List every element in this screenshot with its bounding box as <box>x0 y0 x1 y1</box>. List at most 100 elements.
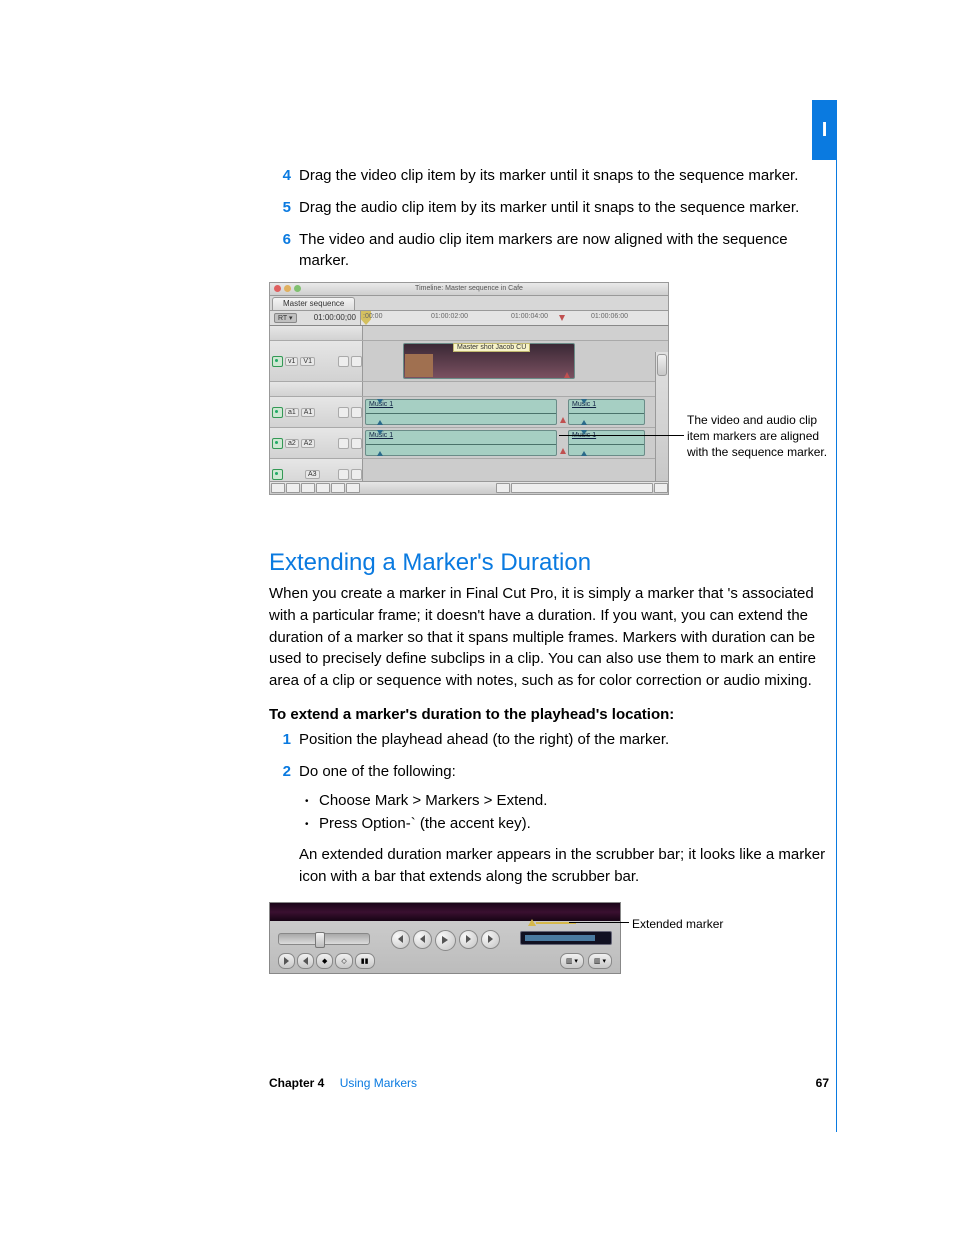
clip-edge-icon <box>581 430 587 456</box>
figure-timeline: Timeline: Master sequence in Cafe Master… <box>269 282 839 507</box>
viewer-button[interactable]: ▥ ▾ <box>588 953 612 969</box>
figure-callout: The video and audio clip item markers ar… <box>687 412 837 461</box>
video-preview <box>270 903 620 921</box>
step-item: 6 The video and audio clip item markers … <box>269 229 839 273</box>
dest-label: A3 <box>305 470 320 479</box>
toggle-button[interactable] <box>346 483 360 493</box>
footer-title: Using Markers <box>340 1076 417 1090</box>
toggle-button[interactable] <box>301 483 315 493</box>
extended-marker-icon[interactable] <box>528 919 536 927</box>
source-label: a1 <box>285 408 299 417</box>
task-lead: To extend a marker's duration to the pla… <box>269 706 839 723</box>
lock-icon[interactable] <box>338 356 349 367</box>
scrubber-bar[interactable] <box>520 931 612 945</box>
mute-icon[interactable] <box>351 438 362 449</box>
ruler-time: 01:00:04:00 <box>511 313 548 320</box>
step-item: 5 Drag the audio clip item by its marker… <box>269 197 839 219</box>
prev-edit-button[interactable] <box>391 930 410 949</box>
bullet-item: Choose Mark > Markers > Extend. <box>305 792 839 809</box>
footer-chapter: Chapter 4 <box>269 1076 324 1090</box>
target-icon[interactable] <box>272 407 283 418</box>
clip-marker-icon[interactable] <box>560 448 567 458</box>
mark-in-button[interactable] <box>278 953 295 969</box>
step-text: Position the playhead ahead (to the righ… <box>299 729 839 751</box>
dest-label: A1 <box>301 408 316 417</box>
mute-icon[interactable] <box>351 407 362 418</box>
ruler-time: :00:00 <box>363 313 382 320</box>
step-item: 2 Do one of the following: <box>269 761 839 783</box>
timeline-footer <box>270 481 668 494</box>
toggle-button[interactable] <box>316 483 330 493</box>
figure-callout: Extended marker <box>632 916 723 932</box>
page-footer: Chapter 4 Using Markers 67 <box>269 1076 829 1090</box>
vertical-scrollbar[interactable] <box>655 352 668 482</box>
lock-icon[interactable] <box>338 469 349 480</box>
window-titlebar: Timeline: Master sequence in Cafe <box>269 282 669 295</box>
step-number: 4 <box>269 165 299 187</box>
current-timecode: 01:00:00;00 <box>297 311 360 325</box>
sequence-tab-row: Master sequence <box>269 295 669 310</box>
target-icon[interactable] <box>272 438 283 449</box>
target-icon[interactable] <box>272 356 283 367</box>
next-edit-button[interactable] <box>481 930 500 949</box>
sequence-tab[interactable]: Master sequence <box>272 297 355 310</box>
dest-label: A2 <box>301 439 316 448</box>
sequence-marker-icon[interactable] <box>559 315 566 325</box>
marker-button[interactable]: ◆ <box>316 953 333 969</box>
step-number: 2 <box>269 761 299 783</box>
track-header-a1[interactable]: a1 A1 <box>270 397 363 427</box>
target-icon[interactable] <box>272 469 283 480</box>
keyframe-button[interactable]: ◇ <box>335 953 352 969</box>
clip-thumbnail <box>405 354 433 377</box>
traffic-lights <box>274 285 301 292</box>
step-text: Drag the video clip item by its marker u… <box>299 165 839 187</box>
mute-icon[interactable] <box>351 469 362 480</box>
horizontal-scrollbar[interactable] <box>511 483 653 493</box>
window-title: Timeline: Master sequence in Cafe <box>415 285 523 292</box>
scroll-right-button[interactable] <box>654 483 668 493</box>
ruler-left: RT ▾ 01:00:00;00 <box>270 311 361 325</box>
source-label: v1 <box>285 357 298 366</box>
audio-clip[interactable]: Music 1 <box>365 399 557 425</box>
lock-icon[interactable] <box>338 438 349 449</box>
section-thumb-tab: I <box>812 100 837 160</box>
step-number: 6 <box>269 229 299 273</box>
section-heading: Extending a Marker's Duration <box>269 549 839 577</box>
step-text: Drag the audio clip item by its marker u… <box>299 197 839 219</box>
toggle-button[interactable] <box>331 483 345 493</box>
callout-leader <box>569 922 629 923</box>
toggle-button[interactable] <box>286 483 300 493</box>
clip-marker-icon[interactable] <box>560 417 567 427</box>
mark-out-button[interactable] <box>297 953 314 969</box>
step-item: 1 Position the playhead ahead (to the ri… <box>269 729 839 751</box>
scroll-left-button[interactable] <box>496 483 510 493</box>
audio-clip[interactable]: Music 1 <box>568 399 645 425</box>
play-button[interactable] <box>435 930 456 951</box>
bullet-item: Press Option-` (the accent key). <box>305 815 839 832</box>
ruler-area[interactable]: :00:00 01:00:02:00 01:00:04:00 01:00:06:… <box>361 311 668 325</box>
callout-leader <box>559 435 684 436</box>
ruler-time: 01:00:06:00 <box>591 313 628 320</box>
play-around-button[interactable] <box>459 930 478 949</box>
track-header-a2[interactable]: a2 A2 <box>270 428 363 458</box>
step-item: 4 Drag the video clip item by its marker… <box>269 165 839 187</box>
clip-edge-icon <box>581 399 587 425</box>
body-paragraph: An extended duration marker appears in t… <box>299 844 839 888</box>
clip-edge-icon <box>377 399 383 425</box>
dest-label: V1 <box>300 357 315 366</box>
audio-clip[interactable]: Music 1 <box>568 430 645 456</box>
clip-marker-icon[interactable] <box>564 372 571 379</box>
rt-menu[interactable]: RT ▾ <box>274 313 297 323</box>
autoselect-icon[interactable] <box>351 356 362 367</box>
step-text: Do one of the following: <box>299 761 839 783</box>
play-inout-button[interactable] <box>413 930 432 949</box>
audio-clip[interactable]: Music 1 <box>365 430 557 456</box>
mark-clip-button[interactable]: ▮▮ <box>355 953 375 969</box>
lock-icon[interactable] <box>338 407 349 418</box>
figure-viewer: ◆ ◇ ▮▮ ▥ ▾ ▥ ▾ Extended marker <box>269 902 839 982</box>
body-paragraph: When you create a marker in Final Cut Pr… <box>269 583 839 692</box>
ruler-time: 01:00:02:00 <box>431 313 468 320</box>
viewer-button[interactable]: ▥ ▾ <box>560 953 584 969</box>
track-header-v1[interactable]: v1 V1 <box>270 341 363 381</box>
toggle-button[interactable] <box>271 483 285 493</box>
